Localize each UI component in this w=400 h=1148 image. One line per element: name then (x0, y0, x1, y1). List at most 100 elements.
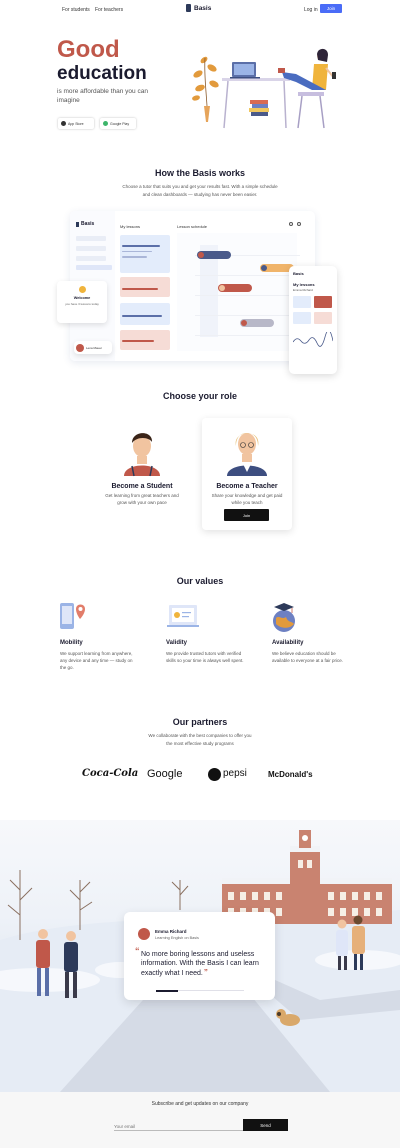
student-role-description: Get learning from great teachers and gro… (105, 493, 179, 505)
testimonial-quote-line2: information. With the Basis I can learn (141, 960, 259, 968)
how-subtitle-line1: Choose a tutor that suits you and get yo… (122, 184, 278, 189)
testimonial-progress-indicator[interactable] (156, 989, 178, 992)
nav-for-students[interactable]: For students (62, 7, 90, 13)
progress-bar (122, 250, 152, 252)
sidebar-item-active (76, 265, 112, 270)
hero-title-line1: Good (57, 36, 120, 63)
lesson-card (120, 330, 170, 350)
avatar (76, 343, 84, 352)
testimonial-quote-line1: No more boring lessons and useless (141, 951, 255, 958)
lesson-card (120, 235, 170, 273)
brand-logo[interactable]: Basis (186, 4, 211, 12)
teacher-role-title: Become a Teacher (216, 483, 278, 490)
welcome-icon (78, 286, 86, 293)
subscribe-label: Subscribe and get updates on our company (151, 1101, 249, 1107)
hero-title-line2: education (57, 63, 147, 84)
nav-for-teachers[interactable]: For teachers (95, 7, 123, 13)
login-link[interactable]: Log in (304, 7, 318, 13)
avatar (241, 320, 247, 326)
progress-bar (122, 256, 147, 258)
partners-title: Our partners (172, 717, 228, 727)
logo-icon (76, 221, 79, 227)
lesson-card (120, 303, 170, 325)
sidebar-item (76, 236, 106, 241)
availability-icon (273, 603, 295, 632)
teacher-avatar-illustration (227, 433, 267, 476)
phone-card (314, 296, 332, 308)
phone-chart (292, 330, 334, 347)
phone-title: My lessons (293, 282, 315, 287)
validity-icon (167, 605, 199, 627)
quote-close-icon: ” (203, 967, 208, 977)
schedule-event (240, 319, 274, 327)
testimonial-name: Emma Richard (155, 929, 187, 934)
value-description: We support learning from anywhere, any d… (60, 651, 133, 670)
dashboard-brand: Basis (76, 221, 94, 227)
welcome-card: Welcome you have 3 lessons today (57, 281, 107, 323)
student-name: Lena Mauer (86, 345, 103, 350)
testimonial-quote: No more boring lessons and useless infor… (141, 950, 275, 978)
app-store-button[interactable]: App Store (58, 118, 94, 129)
schedule-event (218, 284, 252, 292)
email-input[interactable] (114, 1119, 244, 1131)
how-subtitle-line2: and clean dashboards — studying has neve… (142, 192, 258, 197)
pepsi-globe-icon (208, 768, 221, 781)
partner-logo-mcdonalds: McDonald's (268, 770, 313, 779)
partner-logo-cocacola: Coca-Cola (82, 768, 139, 779)
partner-logo-google: Google (147, 768, 183, 780)
dashboard-brand-label: Basis (81, 221, 95, 227)
student-role-card[interactable]: Become a Student Get learning from great… (97, 418, 187, 530)
lesson-card (120, 277, 170, 297)
progress-bar (122, 245, 160, 247)
value-title: Availability (272, 640, 304, 646)
logo-icon (186, 4, 191, 12)
sidebar-item (76, 246, 106, 251)
search-icon[interactable] (289, 222, 293, 226)
partners-subtitle-line1: We collaborate with the best companies t… (148, 733, 252, 738)
phone-card (293, 296, 311, 308)
value-description: We believe education should be available… (272, 651, 344, 663)
student-role-title: Become a Student (111, 483, 173, 490)
value-title: Mobility (60, 640, 83, 646)
sidebar-item (76, 256, 106, 261)
progress-bar (122, 315, 162, 317)
google-play-icon (103, 121, 108, 126)
schedule-event (197, 251, 231, 259)
quote-open-icon: “ (135, 946, 140, 956)
grid-line (195, 295, 300, 296)
teacher-role-description: Share your knowledge and get paid while … (211, 493, 283, 505)
settings-icon[interactable] (297, 222, 301, 226)
grid-line (195, 315, 300, 316)
avatar (138, 928, 150, 940)
phone-preview: Basis My lessons Emma Richard (289, 266, 337, 374)
grid-line (195, 335, 300, 336)
grid-line (195, 275, 300, 276)
google-play-label: Google Play (110, 121, 130, 126)
subscribe-button[interactable]: Send (243, 1119, 288, 1131)
value-description: We provide trusted tutors with verified … (166, 651, 244, 663)
student-chip: Lena Mauer (74, 341, 112, 354)
apple-icon (61, 121, 66, 126)
avatar (198, 252, 204, 258)
google-play-button[interactable]: Google Play (100, 118, 136, 129)
progress-bar (122, 340, 154, 342)
testimonial-quote-line3: exactly what I need. (141, 969, 203, 977)
schedule-heading: Lesson schedule (177, 224, 208, 229)
welcome-title: Welcome (73, 296, 91, 300)
phone-card (293, 312, 311, 324)
join-button[interactable]: Join (320, 4, 342, 13)
hero-subtitle: is more affordable than you can imagine (57, 88, 148, 105)
teacher-join-button[interactable]: Join (224, 509, 269, 521)
hero-illustration (192, 48, 336, 129)
roles-title: Choose your role (162, 391, 237, 401)
my-lessons-heading: My lessons (120, 224, 141, 229)
testimonial-role: Learning English on Basis (155, 936, 199, 940)
phone-card (314, 312, 332, 324)
brand-name: Basis (194, 4, 212, 12)
mobility-icon (60, 603, 85, 629)
avatar (261, 265, 267, 271)
values-title: Our values (176, 576, 224, 586)
partners-subtitle-line2: the most effective study programs (166, 741, 234, 746)
progress-bar (122, 288, 158, 290)
welcome-subtitle: you have 3 lessons today (65, 302, 99, 306)
